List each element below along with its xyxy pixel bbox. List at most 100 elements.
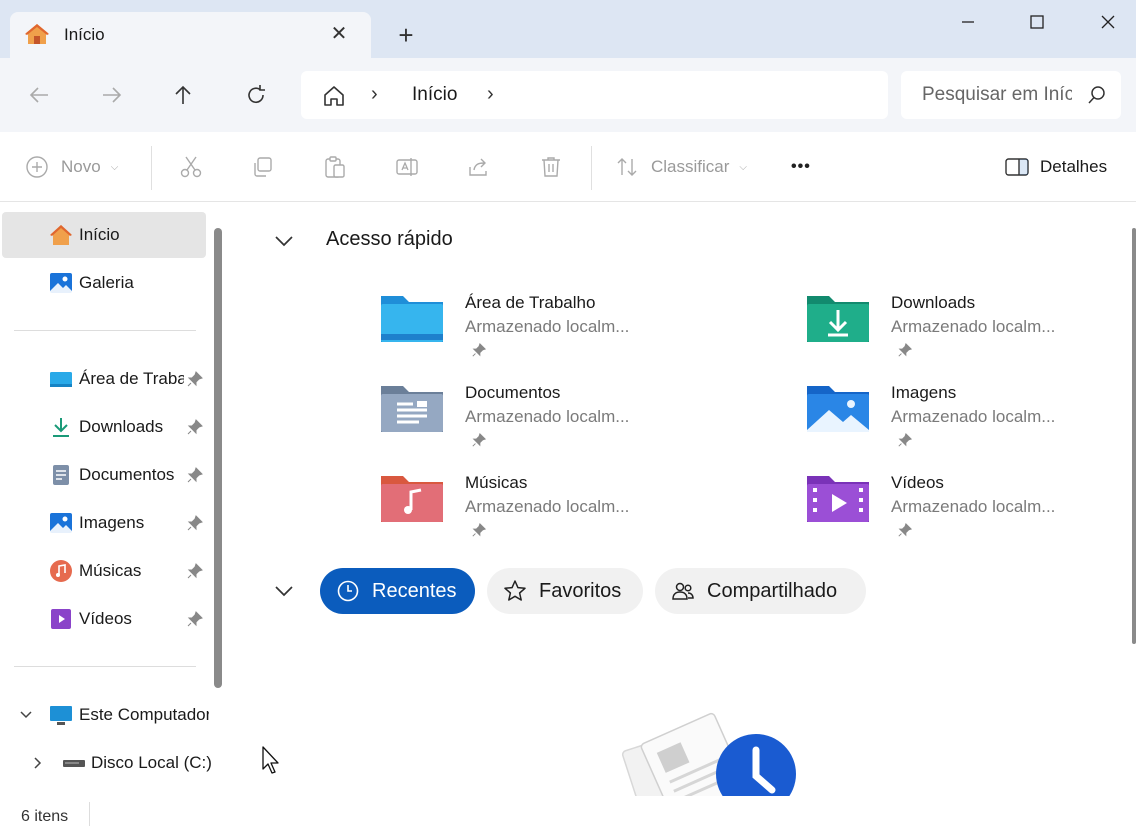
sidebar-item-inicio[interactable]: Início (2, 212, 206, 258)
quick-access-item[interactable]: Área de Trabalho Armazenado localm... (379, 292, 669, 372)
chevron-right-icon[interactable] (30, 755, 46, 771)
pin-icon (187, 371, 203, 387)
plus-circle-icon (26, 156, 48, 178)
minimize-button[interactable] (945, 6, 991, 38)
quick-access-item[interactable]: Músicas Armazenado localm... (379, 472, 669, 552)
documents-folder-icon (381, 386, 443, 432)
clipboard-icon (325, 156, 345, 178)
navigation-pane: Início Galeria Área de Trabalho Download… (0, 202, 232, 796)
item-status: Armazenado localm... (891, 497, 1056, 516)
pin-icon (472, 522, 487, 537)
item-name: Documentos (465, 383, 561, 402)
details-pane-icon (1005, 158, 1029, 176)
tab-title: Início (64, 25, 105, 44)
rename-button[interactable] (395, 154, 419, 180)
pin-icon (472, 432, 487, 447)
sidebar-item-videos[interactable]: Vídeos (2, 596, 206, 642)
up-button[interactable] (166, 78, 200, 112)
tab-close-icon[interactable]: ✕ (328, 23, 350, 45)
paste-button[interactable] (323, 154, 347, 180)
refresh-button[interactable] (239, 78, 273, 112)
navigation-bar: › Início › Pesquisar em Início (0, 58, 1136, 132)
maximize-icon (1030, 15, 1044, 29)
quick-access-item[interactable]: Imagens Armazenado localm... (805, 382, 1095, 462)
sidebar-item-area-de-trabalho[interactable]: Área de Trabalho (2, 356, 206, 402)
toolbar-divider (151, 146, 152, 190)
gallery-icon (50, 273, 72, 293)
chevron-down-icon[interactable] (18, 707, 34, 723)
status-bar: 6 itens (0, 796, 1136, 832)
sort-label: Classificar (651, 157, 730, 176)
copy-button[interactable] (251, 154, 275, 180)
content-pane: Acesso rápido Área de Trabalho Armazenad… (234, 202, 1136, 796)
chevron-down-icon: ⌵ (739, 161, 747, 173)
rename-icon (396, 158, 418, 176)
item-status: Armazenado localm... (465, 317, 630, 336)
pin-icon (898, 432, 913, 447)
address-bar[interactable]: › Início › (301, 71, 888, 119)
chevron-down-icon[interactable] (274, 234, 294, 248)
breadcrumb-inicio[interactable]: Início (412, 84, 457, 106)
video-icon (51, 609, 71, 629)
desktop-folder-icon (381, 296, 443, 342)
sidebar-item-label: Início (79, 225, 120, 244)
details-button[interactable]: Detalhes (1004, 154, 1107, 180)
cut-button[interactable] (179, 154, 203, 180)
delete-button[interactable] (539, 154, 563, 180)
pin-icon (898, 342, 913, 357)
videos-folder-icon (807, 476, 869, 522)
sidebar-item-label: Documentos (79, 465, 175, 484)
share-icon (469, 158, 487, 176)
quick-access-item[interactable]: Vídeos Armazenado localm... (805, 472, 1095, 552)
maximize-button[interactable] (1014, 6, 1060, 38)
sidebar-item-label: Músicas (79, 561, 142, 580)
back-button[interactable] (22, 78, 56, 112)
details-label: Detalhes (1040, 157, 1108, 176)
quick-access-item[interactable]: Downloads Armazenado localm... (805, 292, 1095, 372)
pin-icon (187, 611, 203, 627)
sidebar-item-label: Área de Trabalho (79, 369, 184, 388)
sidebar-item-disco-local[interactable]: Disco Local (C:) (2, 740, 211, 786)
tab-compartilhado[interactable]: Compartilhado (655, 568, 866, 614)
sidebar-item-este-computador[interactable]: Este Computador (2, 692, 209, 738)
clock-icon (337, 580, 359, 602)
home-icon (25, 24, 49, 44)
tab-label: Compartilhado (707, 579, 838, 602)
sidebar-scrollbar[interactable] (214, 228, 222, 688)
new-tab-button[interactable]: + (392, 22, 420, 50)
sidebar-item-downloads[interactable]: Downloads (2, 404, 206, 450)
tab-favoritos[interactable]: Favoritos (487, 568, 643, 614)
sidebar-item-label: Downloads (79, 417, 164, 436)
tab-recentes[interactable]: Recentes (320, 568, 475, 614)
share-button[interactable] (467, 154, 491, 180)
pin-icon (898, 522, 913, 537)
chevron-down-icon: ⌵ (110, 161, 119, 173)
copy-icon (254, 157, 272, 177)
chevron-right-icon[interactable]: › (487, 83, 494, 106)
item-status: Armazenado localm... (891, 407, 1056, 426)
desktop-folder-icon (50, 372, 72, 387)
star-icon (504, 580, 526, 601)
chevron-down-icon[interactable] (274, 584, 294, 598)
sidebar-item-imagens[interactable]: Imagens (2, 500, 206, 546)
sidebar-item-musicas[interactable]: Músicas (2, 548, 206, 594)
title-bar: Início ✕ + (0, 0, 1136, 60)
sidebar-divider (14, 666, 196, 667)
tab-inicio[interactable]: Início ✕ (10, 12, 371, 58)
music-folder-icon (381, 476, 443, 522)
sidebar-item-documentos[interactable]: Documentos (2, 452, 206, 498)
pin-icon (187, 563, 203, 579)
home-icon (50, 225, 72, 245)
close-window-button[interactable] (1085, 6, 1131, 38)
forward-button[interactable] (95, 78, 129, 112)
more-options-button[interactable]: ••• (791, 154, 811, 180)
quick-access-item[interactable]: Documentos Armazenado localm... (379, 382, 669, 462)
item-status: Armazenado localm... (465, 407, 630, 426)
sidebar-item-galeria[interactable]: Galeria (2, 260, 206, 306)
document-icon (53, 465, 69, 485)
content-scrollbar[interactable] (1132, 228, 1136, 644)
search-input[interactable]: Pesquisar em Início (901, 71, 1121, 119)
sort-button[interactable]: Classificar ⌵ (615, 154, 747, 180)
computer-icon (50, 706, 72, 725)
new-button[interactable]: Novo ⌵ (25, 154, 118, 180)
